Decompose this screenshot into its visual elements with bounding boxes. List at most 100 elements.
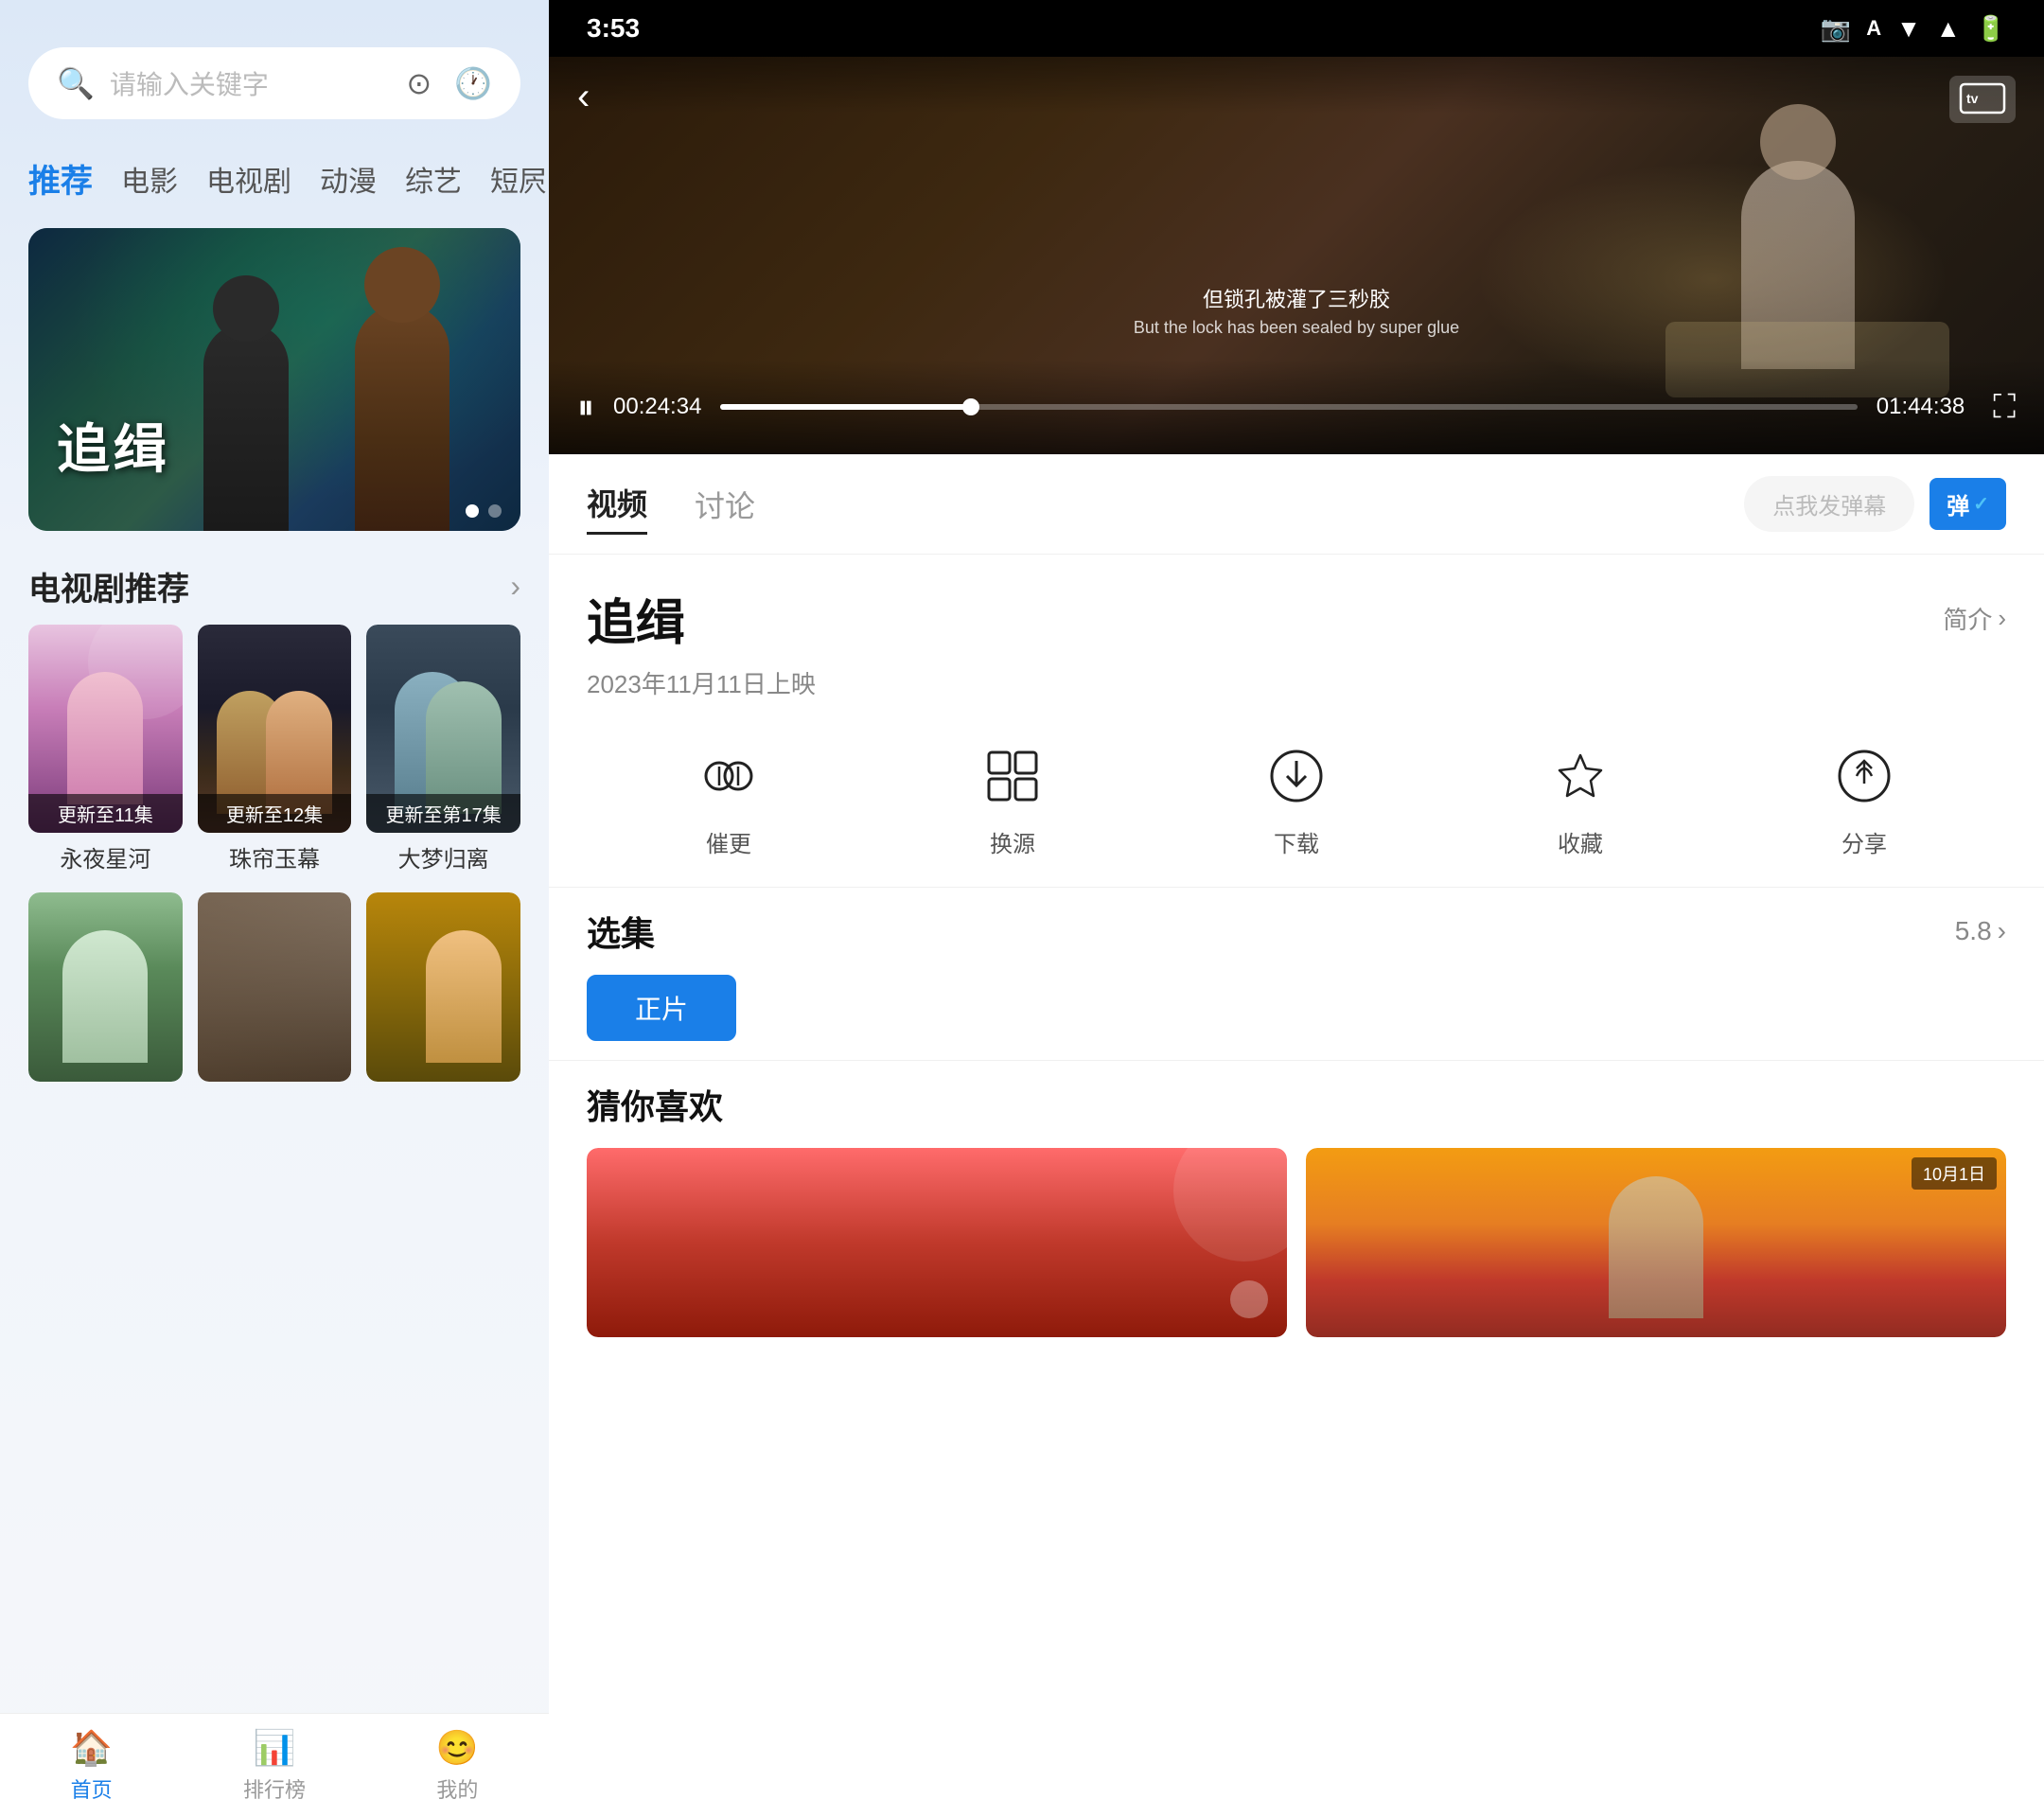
- nav-tab-recommend[interactable]: 推荐: [28, 148, 93, 209]
- back-button[interactable]: ‹: [577, 76, 590, 118]
- nav-ranking[interactable]: 📊 排行榜: [183, 1728, 365, 1804]
- episode-title: 选集: [587, 907, 655, 956]
- show-intro-link[interactable]: 简介 ›: [1943, 601, 2006, 636]
- rec-card-img-1: [587, 1148, 1287, 1337]
- rec-card-1[interactable]: [587, 1148, 1287, 1337]
- nav-profile-label: 我的: [436, 1773, 478, 1804]
- urge-icon-svg: [700, 748, 757, 804]
- episode-section: 选集 5.8 › 正片: [549, 888, 2044, 1061]
- action-download[interactable]: 下载: [1259, 738, 1334, 858]
- dot-2[interactable]: [488, 504, 502, 518]
- favorite-icon: [1542, 738, 1618, 814]
- nav-home[interactable]: 🏠 首页: [0, 1728, 183, 1804]
- svg-text:tv: tv: [1966, 91, 1979, 106]
- video-subtitle-en: But the lock has been sealed by super gl…: [1134, 315, 1459, 341]
- urge-icon: [691, 738, 766, 814]
- bottom-nav: 🏠 首页 📊 排行榜 😊 我的: [0, 1713, 549, 1817]
- download-icon: [1259, 738, 1334, 814]
- show-card-1[interactable]: 更新至11集 永夜星河: [28, 625, 183, 873]
- danmu-area: 点我发弹幕 弹 ✓: [1744, 476, 2006, 532]
- left-panel: 🔍 请输入关键字 ⊙ 🕐 推荐 电影 电视剧 动漫 综艺 短屄 追缉: [0, 0, 549, 1817]
- show-card-6[interactable]: [366, 892, 520, 1082]
- action-urge-label: 催更: [706, 825, 751, 858]
- show-intro-label: 简介: [1943, 601, 1992, 636]
- hero-figure-female: [180, 285, 312, 531]
- card-badge-2: 更新至12集: [198, 794, 352, 833]
- show-card-3[interactable]: 更新至第17集 大梦归离: [366, 625, 520, 873]
- search-actions: ⊙ 🕐: [406, 65, 492, 101]
- progress-fill: [720, 404, 970, 410]
- video-tabs: 视频 讨论 点我发弹幕 弹 ✓: [549, 454, 2044, 555]
- search-placeholder: 请输入关键字: [110, 64, 392, 102]
- nav-profile[interactable]: 😊 我的: [366, 1728, 549, 1804]
- danmu-input[interactable]: 点我发弹幕: [1744, 476, 1914, 532]
- signal-icon: ▲: [1936, 14, 1961, 44]
- progress-bar[interactable]: [720, 404, 1857, 410]
- show-card-2[interactable]: 更新至12集 珠帘玉幕: [198, 625, 352, 873]
- card-badge-3: 更新至第17集: [366, 794, 520, 833]
- show-card-title-2: 珠帘玉幕: [198, 833, 352, 873]
- show-card-5[interactable]: [198, 892, 352, 1082]
- favorite-icon-svg: [1552, 748, 1609, 804]
- video-player[interactable]: 但锁孔被灌了三秒胶 But the lock has been sealed b…: [549, 57, 2044, 454]
- action-favorite-label: 收藏: [1558, 825, 1603, 858]
- share-icon: [1826, 738, 1902, 814]
- battery-icon: 🔋: [1976, 14, 2006, 44]
- search-bar: 🔍 请输入关键字 ⊙ 🕐: [28, 47, 520, 119]
- card-badge-1: 更新至11集: [28, 794, 183, 833]
- nav-home-label: 首页: [71, 1773, 113, 1804]
- episode-rating: 5.8 ›: [1955, 916, 2006, 946]
- dot-1[interactable]: [466, 504, 479, 518]
- show-card-img-5: [198, 892, 352, 1082]
- chevron-right-icon: ›: [1998, 604, 2006, 633]
- pause-button[interactable]: ⏸: [577, 387, 594, 428]
- ranking-icon: 📊: [254, 1728, 296, 1768]
- episode-tab-main[interactable]: 正片: [587, 975, 736, 1041]
- rating-value: 5.8: [1955, 916, 1992, 946]
- tv-section-more[interactable]: ›: [510, 569, 520, 604]
- font-icon: A: [1866, 16, 1881, 41]
- home-icon: 🏠: [70, 1728, 113, 1768]
- fullscreen-button[interactable]: ⛶: [1993, 389, 2016, 426]
- show-main-title: 追缉: [587, 583, 685, 654]
- nav-tab-anime[interactable]: 动漫: [320, 150, 377, 207]
- show-card-title-1: 永夜星河: [28, 833, 183, 873]
- show-card-img-1: 更新至11集: [28, 625, 183, 833]
- recommend-section: 猜你喜欢 10月1日: [549, 1061, 2044, 1356]
- action-source[interactable]: 换源: [975, 738, 1050, 858]
- source-icon-svg: [984, 748, 1041, 804]
- time-total: 01:44:38: [1877, 394, 1965, 420]
- nav-tab-short[interactable]: 短屄: [490, 150, 547, 207]
- rec-card-2[interactable]: 10月1日: [1306, 1148, 2006, 1337]
- hero-banner[interactable]: 追缉: [28, 228, 520, 531]
- nav-tab-movie[interactable]: 电影: [121, 150, 178, 207]
- action-share[interactable]: 分享: [1826, 738, 1902, 858]
- tab-discuss[interactable]: 讨论: [695, 475, 755, 534]
- action-favorite[interactable]: 收藏: [1542, 738, 1618, 858]
- recommend-cards: 10月1日: [587, 1148, 2006, 1337]
- share-icon-svg: [1836, 748, 1893, 804]
- profile-icon: 😊: [436, 1728, 479, 1768]
- show-card-title-3: 大梦归离: [366, 833, 520, 873]
- rec-card-img-2: 10月1日: [1306, 1148, 2006, 1337]
- nav-tab-variety[interactable]: 综艺: [405, 150, 462, 207]
- danmu-verified-icon: ✓: [1973, 492, 1989, 516]
- episode-header: 选集 5.8 ›: [587, 907, 2006, 956]
- status-bar: 3:53 📷 A ▼ ▲ 🔋: [549, 0, 2044, 57]
- show-card-img-3: 更新至第17集: [366, 625, 520, 833]
- content-area: 视频 讨论 点我发弹幕 弹 ✓ 追缉 简介 › 2023年11月11日上映: [549, 454, 2044, 1817]
- nav-tab-tv[interactable]: 电视剧: [206, 150, 291, 207]
- action-source-label: 换源: [990, 825, 1035, 858]
- action-urge[interactable]: 催更: [691, 738, 766, 858]
- tab-video[interactable]: 视频: [587, 473, 647, 535]
- history-icon[interactable]: 🕐: [454, 65, 492, 101]
- download-icon[interactable]: ⊙: [406, 65, 432, 101]
- tv-logo-svg: tv: [1959, 82, 2006, 116]
- video-top-grad: [549, 57, 2044, 114]
- tv-cards-row-2: [0, 873, 549, 1082]
- danmu-button[interactable]: 弹 ✓: [1929, 478, 2006, 530]
- show-card-img-2: 更新至12集: [198, 625, 352, 833]
- tv-section-title: 电视剧推荐: [28, 563, 189, 609]
- show-card-4[interactable]: [28, 892, 183, 1082]
- player-controls: ⏸ 00:24:34 01:44:38 ⛶: [549, 360, 2044, 454]
